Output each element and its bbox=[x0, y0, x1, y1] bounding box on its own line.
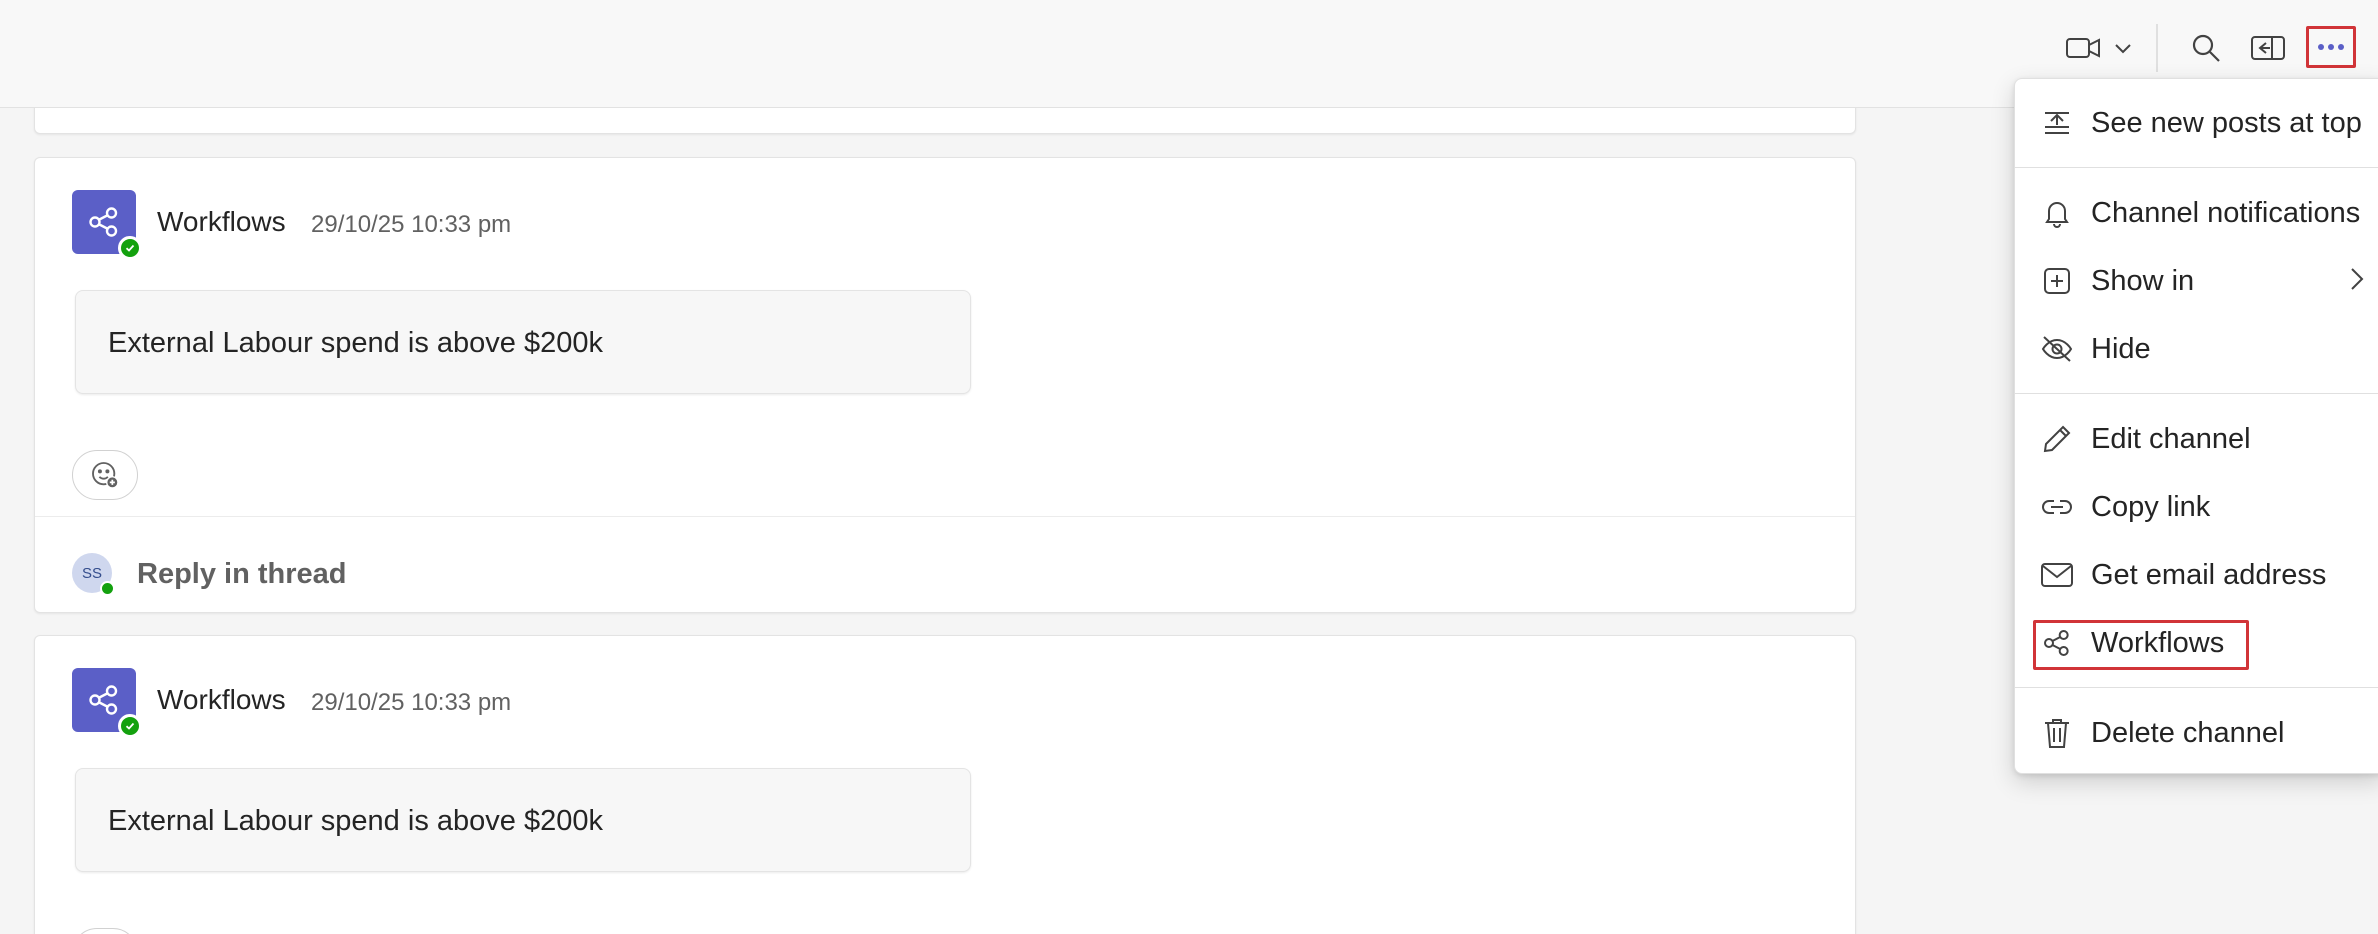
post-author[interactable]: Workflows bbox=[157, 684, 286, 716]
add-square-icon bbox=[2039, 263, 2075, 299]
emoji-add-icon bbox=[92, 462, 119, 489]
post-card: Workflows 29/10/25 10:33 pm External Lab… bbox=[34, 157, 1856, 613]
menu-item-label: Delete channel bbox=[2091, 716, 2285, 749]
workflows-highlight-box bbox=[2033, 620, 2249, 670]
menu-item-label: Channel notifications bbox=[2091, 196, 2361, 229]
post-card: Workflows 29/10/25 10:33 pm External Lab… bbox=[34, 635, 1856, 934]
post-author[interactable]: Workflows bbox=[157, 206, 286, 238]
eye-off-icon bbox=[2039, 331, 2075, 367]
side-panel-icon bbox=[2251, 36, 2285, 60]
thread-divider bbox=[35, 516, 1855, 517]
more-horizontal-icon bbox=[2318, 44, 2344, 50]
chevron-down-icon bbox=[2115, 44, 2131, 54]
menu-item-copy-link[interactable]: Copy link bbox=[2015, 479, 2378, 535]
menu-divider bbox=[2015, 687, 2378, 688]
chevron-right-icon bbox=[2345, 265, 2367, 298]
trash-icon bbox=[2039, 715, 2075, 751]
message-text: External Labour spend is above $200k bbox=[108, 805, 603, 837]
avatar-initials: SS bbox=[81, 564, 102, 582]
link-icon bbox=[2039, 489, 2075, 525]
add-reaction-button[interactable] bbox=[72, 928, 138, 934]
menu-item-get-email-address[interactable]: Get email address bbox=[2015, 547, 2378, 603]
add-reaction-button[interactable] bbox=[72, 450, 138, 500]
menu-item-label: Copy link bbox=[2091, 490, 2211, 523]
workflows-icon bbox=[89, 207, 118, 237]
workflows-avatar[interactable] bbox=[72, 668, 142, 738]
video-camera-icon bbox=[2066, 38, 2100, 58]
workflows-avatar[interactable] bbox=[72, 190, 142, 260]
meet-now-button[interactable] bbox=[2060, 28, 2140, 68]
mail-icon bbox=[2039, 557, 2075, 593]
menu-item-label: Hide bbox=[2091, 332, 2151, 365]
menu-divider bbox=[2015, 393, 2378, 394]
reply-avatar: SS bbox=[72, 553, 115, 596]
reply-in-thread-button[interactable]: Reply in thread bbox=[137, 558, 347, 591]
presence-dot bbox=[100, 581, 115, 596]
menu-item-hide[interactable]: Hide bbox=[2015, 321, 2378, 377]
menu-item-delete-channel[interactable]: Delete channel bbox=[2015, 705, 2378, 761]
menu-item-label: Edit channel bbox=[2091, 422, 2251, 455]
open-side-panel-button[interactable] bbox=[2250, 28, 2286, 68]
arrow-to-top-icon bbox=[2039, 105, 2075, 141]
more-options-button[interactable] bbox=[2306, 26, 2356, 68]
toolbar-divider bbox=[2156, 24, 2158, 72]
message-text: External Labour spend is above $200k bbox=[108, 327, 603, 359]
channel-options-menu: See new posts at top Channel notificatio… bbox=[2014, 78, 2378, 774]
post-timestamp: 29/10/25 10:33 pm bbox=[311, 689, 512, 716]
presence-available-icon bbox=[118, 714, 142, 738]
menu-item-label: Get email address bbox=[2091, 558, 2327, 591]
menu-item-label: Show in bbox=[2091, 264, 2195, 297]
menu-item-label: See new posts at top bbox=[2091, 106, 2362, 139]
post-timestamp: 29/10/25 10:33 pm bbox=[311, 211, 512, 238]
presence-available-icon bbox=[118, 236, 142, 260]
menu-item-see-new-posts-at-top[interactable]: See new posts at top bbox=[2015, 95, 2378, 151]
menu-item-show-in[interactable]: Show in bbox=[2015, 253, 2378, 309]
search-button[interactable] bbox=[2188, 28, 2224, 68]
pencil-icon bbox=[2039, 421, 2075, 457]
adaptive-card: External Labour spend is above $200k bbox=[75, 768, 971, 872]
workflows-icon bbox=[89, 685, 118, 715]
menu-item-channel-notifications[interactable]: Channel notifications bbox=[2015, 185, 2378, 241]
adaptive-card: External Labour spend is above $200k bbox=[75, 290, 971, 394]
bell-icon bbox=[2039, 195, 2075, 231]
menu-item-edit-channel[interactable]: Edit channel bbox=[2015, 411, 2378, 467]
menu-divider bbox=[2015, 167, 2378, 168]
search-icon bbox=[2192, 34, 2220, 62]
